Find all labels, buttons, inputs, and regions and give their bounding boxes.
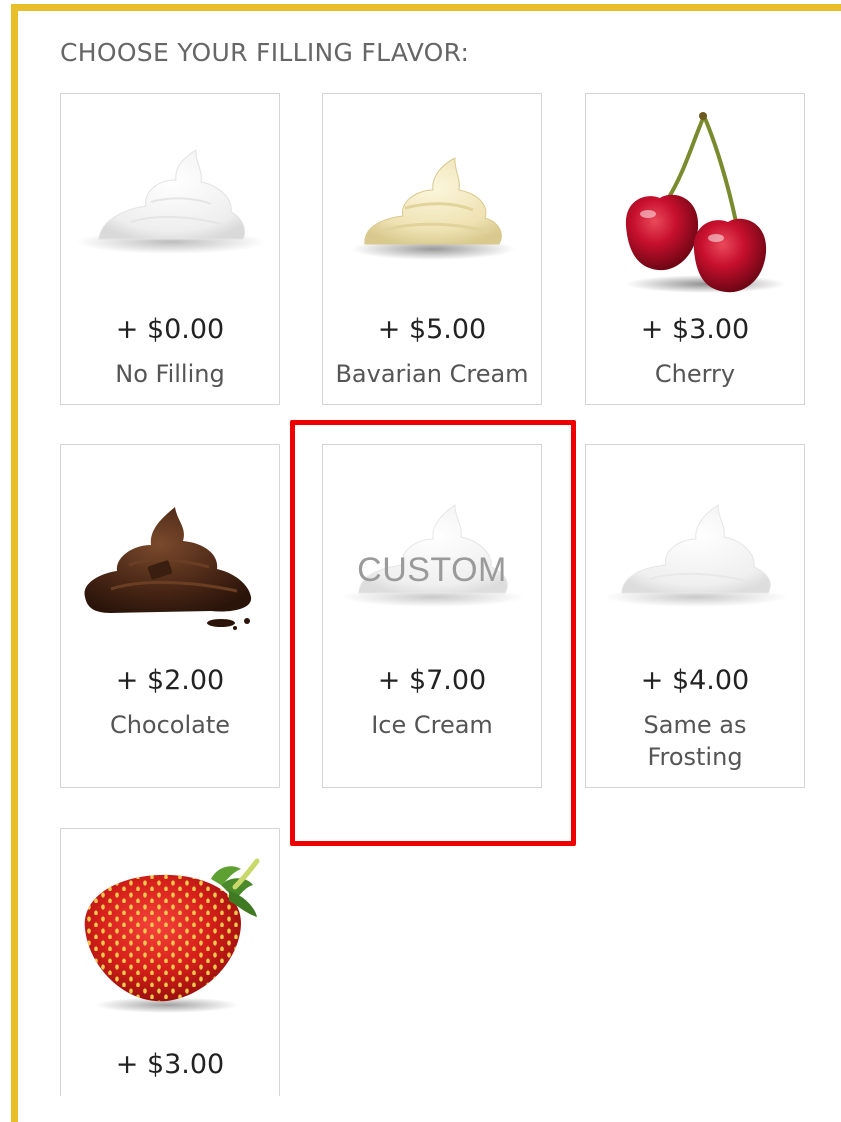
- option-price: + $3.00: [115, 1049, 225, 1080]
- chocolate-icon: [71, 485, 271, 675]
- option-price: + $3.00: [640, 314, 750, 345]
- cherry-icon: [596, 104, 796, 294]
- accent-border-left: [11, 4, 18, 1122]
- option-label: No Filling: [115, 360, 225, 388]
- section-heading: CHOOSE YOUR FILLING FLAVOR:: [60, 38, 470, 67]
- option-label-line-2: Frosting: [647, 743, 743, 771]
- option-strawberry[interactable]: + $3.00: [60, 828, 280, 1096]
- option-label: Chocolate: [109, 711, 231, 739]
- option-price: + $5.00: [377, 314, 487, 345]
- option-bavarian-cream[interactable]: + $5.00 Bavarian Cream: [322, 93, 542, 405]
- option-no-filling[interactable]: + $0.00 No Filling: [60, 93, 280, 405]
- option-same-as-frosting[interactable]: + $4.00 Same as Frosting: [585, 444, 805, 788]
- option-price: + $0.00: [115, 314, 225, 345]
- option-label: Bavarian Cream: [335, 360, 529, 388]
- option-price: + $4.00: [640, 665, 750, 696]
- option-label: Cherry: [654, 360, 736, 388]
- whipped-cream-icon: [71, 104, 271, 294]
- whipped-cream-icon: [596, 485, 796, 675]
- accent-border-top: [11, 4, 841, 11]
- option-cherry[interactable]: + $3.00 Cherry: [585, 93, 805, 405]
- option-chocolate[interactable]: + $2.00 Chocolate: [60, 444, 280, 788]
- option-label-line-1: Same as: [643, 711, 747, 739]
- strawberry-icon: [71, 855, 271, 1045]
- option-price: + $2.00: [115, 665, 225, 696]
- selection-highlight: [290, 420, 576, 846]
- bavarian-cream-icon: [333, 104, 533, 294]
